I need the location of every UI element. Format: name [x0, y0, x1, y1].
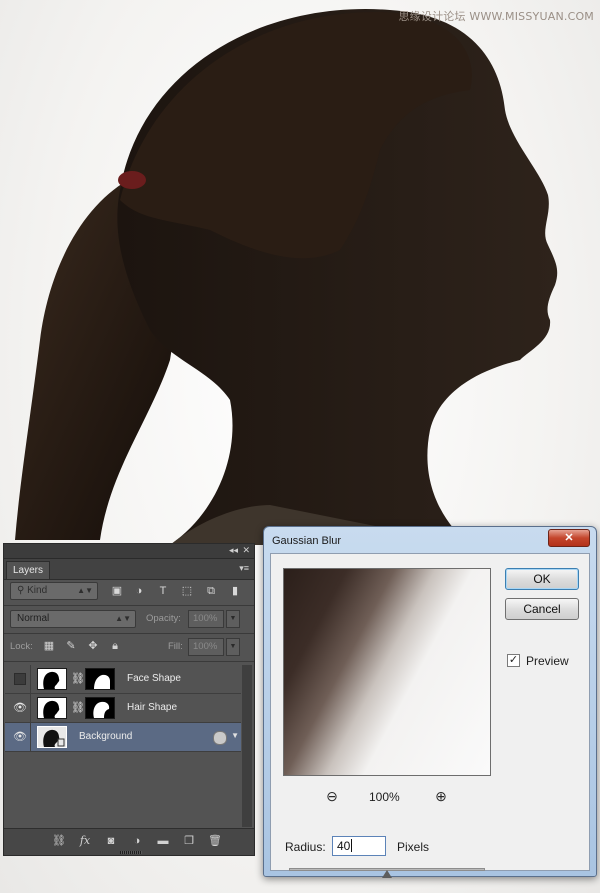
- preview-label[interactable]: Preview: [526, 654, 569, 668]
- tab-layers[interactable]: Layers: [6, 561, 51, 579]
- text-caret: [351, 839, 353, 852]
- scrollbar[interactable]: [242, 665, 252, 827]
- layer-row-face-shape[interactable]: ⛓ Face Shape: [5, 665, 241, 694]
- link-chain-icon: ⛓: [71, 702, 85, 714]
- divider: [4, 633, 254, 634]
- checkmark-icon: ✓: [508, 654, 519, 666]
- radius-label: Radius:: [285, 840, 326, 854]
- new-layer-icon[interactable]: ❐: [182, 834, 196, 848]
- fill-label: Fill:: [168, 641, 183, 652]
- shape-filter-icon[interactable]: ⬚: [180, 584, 194, 598]
- fx-icon[interactable]: fx: [78, 834, 92, 848]
- preview-checkbox[interactable]: ✓: [507, 654, 520, 667]
- panel-titlebar: ◂◂ ✕: [4, 544, 254, 559]
- adjustment-filter-icon[interactable]: ◑: [132, 584, 146, 598]
- watermark: 思缘设计论坛 WWW.MISSYUAN.COM: [398, 10, 594, 23]
- zoom-in-icon[interactable]: ⊕: [433, 788, 449, 804]
- layer-name[interactable]: Face Shape: [127, 673, 181, 684]
- zoom-level: 100%: [369, 790, 400, 804]
- hidden-visibility-box-icon[interactable]: [14, 673, 26, 685]
- smart-filter-icon[interactable]: [213, 731, 227, 745]
- layer-name[interactable]: Background: [79, 731, 132, 742]
- cancel-button[interactable]: Cancel: [505, 598, 579, 620]
- filter-kind-label: Kind: [27, 585, 48, 596]
- chevron-updown-icon: ▲▼: [77, 586, 93, 595]
- adjustment-layer-icon[interactable]: ◑: [130, 834, 144, 848]
- layers-panel: ◂◂ ✕ Layers ▾≡ ⚲ Kind ▲▼ ▣ ◑ T ⬚ ⧉ ▮ Nor…: [3, 543, 255, 856]
- filter-row: ⚲ Kind ▲▼ ▣ ◑ T ⬚ ⧉ ▮: [10, 582, 248, 602]
- dialog-title: Gaussian Blur: [272, 535, 342, 547]
- fill-dropdown-icon[interactable]: ▼: [226, 638, 240, 656]
- radius-input[interactable]: 40: [332, 836, 386, 856]
- zoom-out-icon[interactable]: ⊖: [324, 788, 340, 804]
- vector-mask-thumbnail: [85, 697, 115, 719]
- double-chevron-left-icon[interactable]: ◂◂: [229, 545, 238, 556]
- layer-thumbnail: [37, 668, 67, 690]
- panel-menu-icon[interactable]: ▾≡: [239, 563, 249, 574]
- layers-list: ⛓ Face Shape 👁︎ ⛓ Hair Shape 👁︎ Backgrou…: [5, 665, 241, 827]
- radius-value: 40: [337, 839, 351, 853]
- layer-name[interactable]: Hair Shape: [127, 702, 177, 713]
- layer-row-background[interactable]: 👁︎ Background ▼: [5, 723, 241, 752]
- lock-all-icon[interactable]: 🔒︎: [108, 639, 122, 653]
- opacity-dropdown-icon[interactable]: ▼: [226, 610, 240, 628]
- close-icon[interactable]: ✕: [242, 545, 250, 556]
- gaussian-blur-dialog: Gaussian Blur ✕ ⊖ 100% ⊕ OK Cancel ✓ Pre…: [263, 526, 597, 878]
- opacity-input[interactable]: 100%: [188, 610, 224, 628]
- visibility-toggle[interactable]: 👁︎: [7, 723, 31, 751]
- ok-button[interactable]: OK: [505, 568, 579, 590]
- type-filter-icon[interactable]: T: [156, 584, 170, 598]
- new-group-folder-icon[interactable]: ▬: [156, 834, 170, 848]
- divider: [4, 661, 254, 662]
- close-button[interactable]: ✕: [548, 529, 590, 547]
- layer-row-hair-shape[interactable]: 👁︎ ⛓ Hair Shape: [5, 694, 241, 723]
- lock-label: Lock:: [10, 641, 33, 652]
- vector-mask-thumbnail: [85, 668, 115, 690]
- fill-input[interactable]: 100%: [188, 638, 224, 656]
- units-label: Pixels: [397, 840, 430, 854]
- filter-kind-select[interactable]: ⚲ Kind ▲▼: [10, 582, 98, 600]
- opacity-label: Opacity:: [146, 613, 181, 624]
- layer-thumbnail: [37, 697, 67, 719]
- link-layers-icon[interactable]: ⛓: [52, 834, 66, 848]
- filter-toggle-icon[interactable]: ▮: [228, 584, 242, 598]
- add-mask-icon[interactable]: ◙: [104, 834, 118, 848]
- eye-icon[interactable]: 👁︎: [13, 730, 27, 743]
- eye-icon[interactable]: 👁︎: [13, 701, 27, 714]
- radius-slider-thumb[interactable]: [382, 870, 392, 878]
- lock-image-brush-icon[interactable]: ✎: [64, 639, 78, 653]
- chevron-updown-icon: ▲▼: [115, 614, 131, 623]
- link-chain-icon: ⛓: [71, 673, 85, 685]
- smart-object-filter-icon[interactable]: ⧉: [204, 584, 218, 598]
- expand-arrow-icon[interactable]: ▼: [231, 731, 239, 740]
- trash-icon[interactable]: 🗑︎: [208, 834, 222, 848]
- blend-mode-select[interactable]: Normal ▲▼: [10, 610, 136, 628]
- pixel-filter-icon[interactable]: ▣: [110, 584, 124, 598]
- layers-bottom-toolbar: ⛓ fx ◙ ◑ ▬ ❐ 🗑︎: [4, 828, 254, 855]
- layer-thumbnail: [37, 726, 67, 748]
- blend-mode-value: Normal: [17, 613, 50, 624]
- blur-preview[interactable]: [283, 568, 491, 776]
- divider: [4, 605, 254, 606]
- visibility-toggle[interactable]: [7, 665, 31, 693]
- search-icon: ⚲: [17, 585, 28, 596]
- lock-transparent-icon[interactable]: ▦: [42, 639, 56, 653]
- lock-position-move-icon[interactable]: ✥: [86, 639, 100, 653]
- blend-row: Normal ▲▼ Opacity: 100% ▼: [10, 610, 248, 630]
- visibility-toggle[interactable]: 👁︎: [7, 694, 31, 722]
- lock-row: Lock: ▦ ✎ ✥ 🔒︎ Fill: 100% ▼: [10, 638, 248, 658]
- panel-tab-row: Layers ▾≡: [4, 559, 254, 580]
- resize-grip[interactable]: [120, 851, 142, 854]
- dialog-body: ⊖ 100% ⊕ OK Cancel ✓ Preview Radius: 40 …: [270, 553, 590, 878]
